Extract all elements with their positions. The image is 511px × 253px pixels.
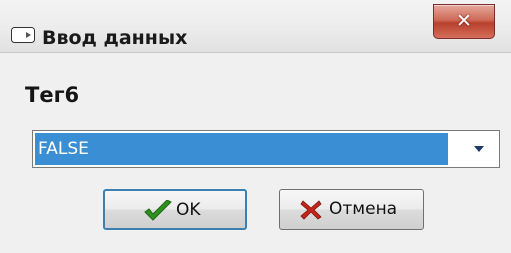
close-icon: ✕ <box>456 10 472 32</box>
cancel-button[interactable]: Отмена <box>279 189 424 230</box>
value-combobox[interactable]: FALSE <box>32 130 500 168</box>
checkmark-icon <box>143 199 173 227</box>
title-bar: Ввод данных ✕ <box>0 0 511 53</box>
window-title: Ввод данных <box>42 27 188 49</box>
dialog-body: Тег6 FALSE OK Отмена <box>0 53 511 253</box>
cancel-button-label: Отмена <box>329 199 398 219</box>
ok-button-label: OK <box>176 200 201 220</box>
cancel-x-icon <box>300 200 322 225</box>
window-icon <box>11 27 37 43</box>
combobox-selected-value: FALSE <box>35 133 448 165</box>
ok-button[interactable]: OK <box>103 189 247 230</box>
field-label: Тег6 <box>25 83 80 107</box>
close-button[interactable]: ✕ <box>433 4 495 39</box>
dropdown-arrow-icon[interactable] <box>461 139 497 159</box>
